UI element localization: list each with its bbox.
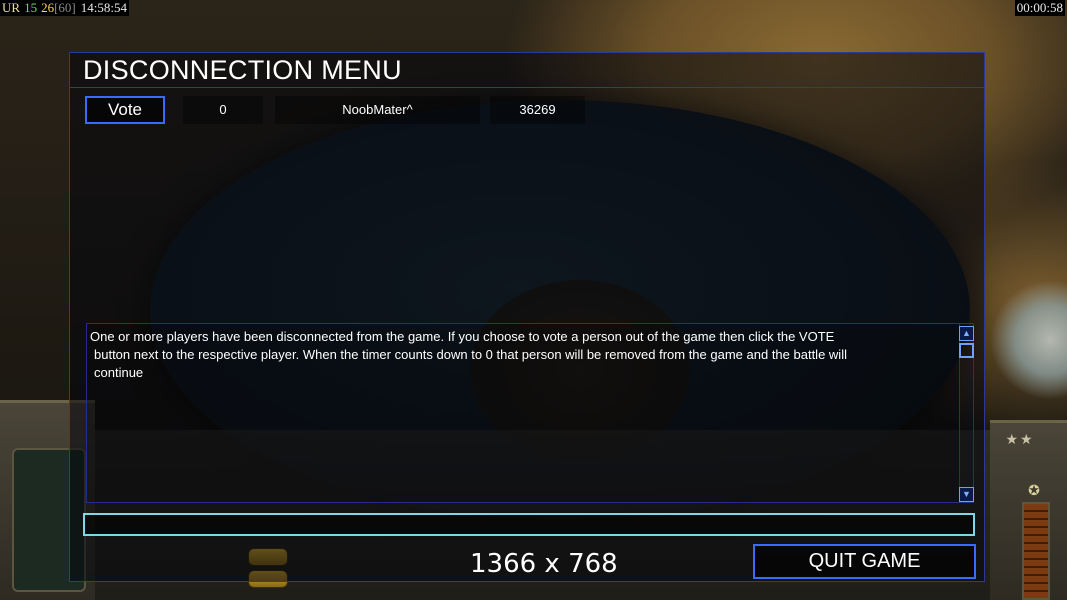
message-text: One or more players have been disconnect… [90, 328, 952, 382]
fps-value: 15 [24, 0, 38, 15]
scroll-down-arrow-icon[interactable]: ▼ [959, 487, 974, 502]
logic-fps-cap: [60] [54, 0, 76, 15]
game-timer: 00:00:58 [1014, 0, 1065, 16]
vote-button[interactable]: Vote [85, 96, 165, 124]
ur-label: UR [2, 0, 21, 15]
dialog-title: DISCONNECTION MENU [83, 55, 402, 85]
system-clock: 14:58:54 [80, 0, 127, 15]
disconnection-dialog: DISCONNECTION MENU Vote 0 NoobMater^ 362… [69, 52, 985, 582]
rank-stars-icon: ★★ [1005, 432, 1035, 448]
vote-count: 0 [183, 96, 263, 124]
dialog-title-bar: DISCONNECTION MENU [70, 53, 984, 88]
message-box: One or more players have been disconnect… [86, 323, 960, 503]
logic-fps-value: 26 [41, 0, 55, 15]
message-line: continue [94, 365, 144, 380]
message-line: button next to the respective player. Wh… [94, 347, 847, 362]
scrollbar-thumb[interactable] [959, 343, 974, 358]
scroll-up-arrow-icon[interactable]: ▲ [959, 326, 974, 341]
resolution-watermark: 1366 x 768 [470, 549, 618, 579]
message-line: One or more players have been disconnect… [90, 329, 835, 344]
player-row: Vote 0 NoobMater^ 36269 [85, 96, 585, 126]
message-scrollbar[interactable]: ▲ ▼ [959, 323, 976, 503]
player-name: NoobMater^ [275, 96, 480, 124]
quit-game-button[interactable]: QUIT GAME [753, 544, 976, 579]
chat-input[interactable] [83, 513, 975, 536]
general-star-icon: ✪ [1028, 483, 1040, 499]
power-meter [1022, 502, 1050, 600]
performance-overlay: UR 15 26[60] 14:58:54 [0, 0, 129, 16]
player-timer: 36269 [490, 96, 585, 124]
